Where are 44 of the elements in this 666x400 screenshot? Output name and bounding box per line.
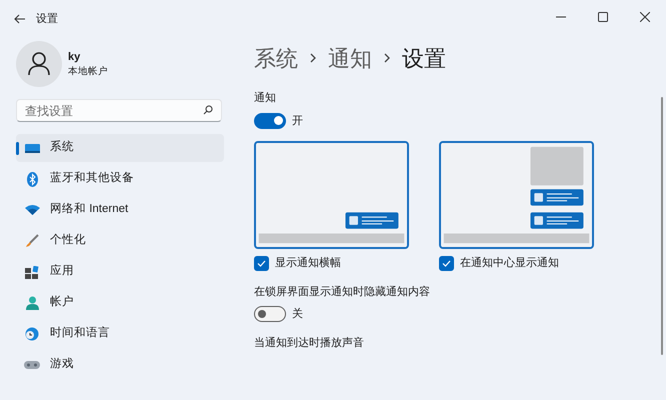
brush-icon bbox=[24, 234, 40, 248]
chevron-icon bbox=[310, 53, 316, 63]
breadcrumb-link[interactable]: 通知 bbox=[328, 42, 372, 74]
toggle-state: 开 bbox=[292, 114, 303, 128]
checkbox[interactable] bbox=[254, 256, 269, 271]
checkbox[interactable] bbox=[439, 256, 454, 271]
nav-item[interactable]: 系统 bbox=[16, 134, 224, 162]
check-icon bbox=[257, 260, 266, 267]
nav-item[interactable]: 蓝牙和其他设备 bbox=[16, 165, 224, 193]
avatar-icon bbox=[16, 41, 62, 87]
globe-clock-icon bbox=[24, 327, 40, 341]
toggle-state: 关 bbox=[292, 306, 303, 322]
nav-item[interactable]: 个性化 bbox=[16, 227, 224, 255]
monitor-icon bbox=[24, 142, 40, 154]
chevron-icon bbox=[384, 53, 390, 63]
account-name: ky bbox=[68, 50, 82, 65]
search-field[interactable]: 查找设置 bbox=[16, 99, 222, 122]
nav-item[interactable]: 应用 bbox=[16, 258, 224, 286]
setting-label: 当通知到达时播放声音 bbox=[254, 336, 365, 350]
checkbox-label: 在通知中心显示通知 bbox=[460, 256, 559, 271]
account-type: 本地帐户 bbox=[68, 65, 108, 80]
scrollbar[interactable] bbox=[661, 97, 663, 355]
nav-item[interactable]: 帐户 bbox=[16, 289, 224, 317]
nav-item[interactable]: 游戏 bbox=[16, 351, 224, 379]
check-icon bbox=[442, 260, 451, 267]
bluetooth-icon bbox=[24, 172, 40, 186]
maximize-icon bbox=[598, 12, 608, 22]
search-icon bbox=[203, 105, 213, 115]
person-icon bbox=[24, 296, 40, 310]
gamepad-icon bbox=[24, 360, 40, 370]
close-icon bbox=[640, 12, 650, 22]
wifi-icon bbox=[24, 205, 40, 215]
apps-icon bbox=[24, 266, 40, 278]
toggle-switch[interactable] bbox=[254, 112, 286, 129]
setting-label: 在锁屏界面显示通知时隐藏通知内容 bbox=[254, 284, 431, 300]
page-title: 设置 bbox=[402, 44, 446, 72]
checkbox-label: 显示通知横幅 bbox=[275, 256, 341, 271]
back-icon[interactable] bbox=[14, 14, 26, 24]
nav-item[interactable]: 网络和 Internet bbox=[16, 196, 224, 224]
nav-item[interactable]: 时间和语言 bbox=[16, 320, 224, 348]
window-title: 设置 bbox=[36, 12, 58, 27]
toggle-switch[interactable] bbox=[254, 306, 286, 322]
breadcrumb-link[interactable]: 系统 bbox=[254, 42, 298, 74]
setting-label: 通知 bbox=[254, 90, 277, 106]
